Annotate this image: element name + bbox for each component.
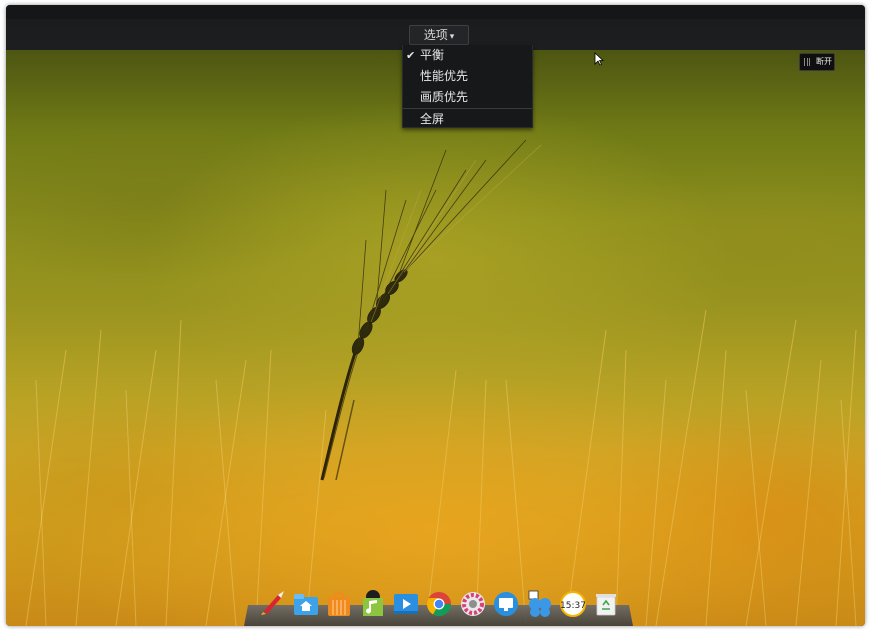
clock-icon[interactable]: 15:37 (559, 589, 587, 617)
menu-item-performance-first[interactable]: 性能优先 (403, 66, 532, 87)
menu-item-balanced[interactable]: ✔ 平衡 (403, 45, 532, 66)
trash-icon[interactable] (592, 589, 620, 617)
options-button[interactable]: 选项 ▾ (409, 25, 469, 45)
clock-time: 15:37 (560, 601, 586, 611)
checkmark-icon: ✔ (406, 49, 416, 62)
drag-handle-icon[interactable] (804, 58, 810, 66)
options-dropdown-menu: ✔ 平衡 性能优先 画质优先 全屏 (402, 45, 533, 128)
menu-item-label: 平衡 (420, 48, 445, 62)
menu-item-label: 画质优先 (420, 90, 469, 104)
remote-toolbar: 选项 ▾ (6, 5, 865, 50)
launcher-rocket-icon[interactable] (258, 589, 286, 617)
menu-item-label: 性能优先 (420, 69, 469, 83)
mouse-cursor-icon (594, 52, 604, 66)
file-manager-icon[interactable] (292, 589, 320, 617)
video-player-icon[interactable] (392, 589, 420, 617)
chrome-browser-icon[interactable] (425, 589, 453, 617)
remote-desktop-icon[interactable] (492, 589, 520, 617)
chevron-down-icon: ▾ (449, 32, 455, 42)
music-player-icon[interactable] (359, 589, 387, 617)
remote-desktop-wallpaper (6, 50, 865, 626)
menu-item-quality-first[interactable]: 画质优先 (403, 87, 532, 108)
wheat-field-wallpaper (25, 139, 857, 626)
app-store-icon[interactable] (325, 589, 353, 617)
menu-item-fullscreen[interactable]: 全屏 (403, 109, 532, 130)
disconnect-button[interactable]: 断开 (799, 53, 835, 71)
menu-item-label: 全屏 (420, 112, 445, 126)
system-settings-icon[interactable] (459, 589, 487, 617)
options-button-label: 选项 (423, 28, 448, 42)
multitask-view-icon[interactable] (526, 589, 554, 617)
disconnect-label: 断开 (816, 57, 832, 66)
